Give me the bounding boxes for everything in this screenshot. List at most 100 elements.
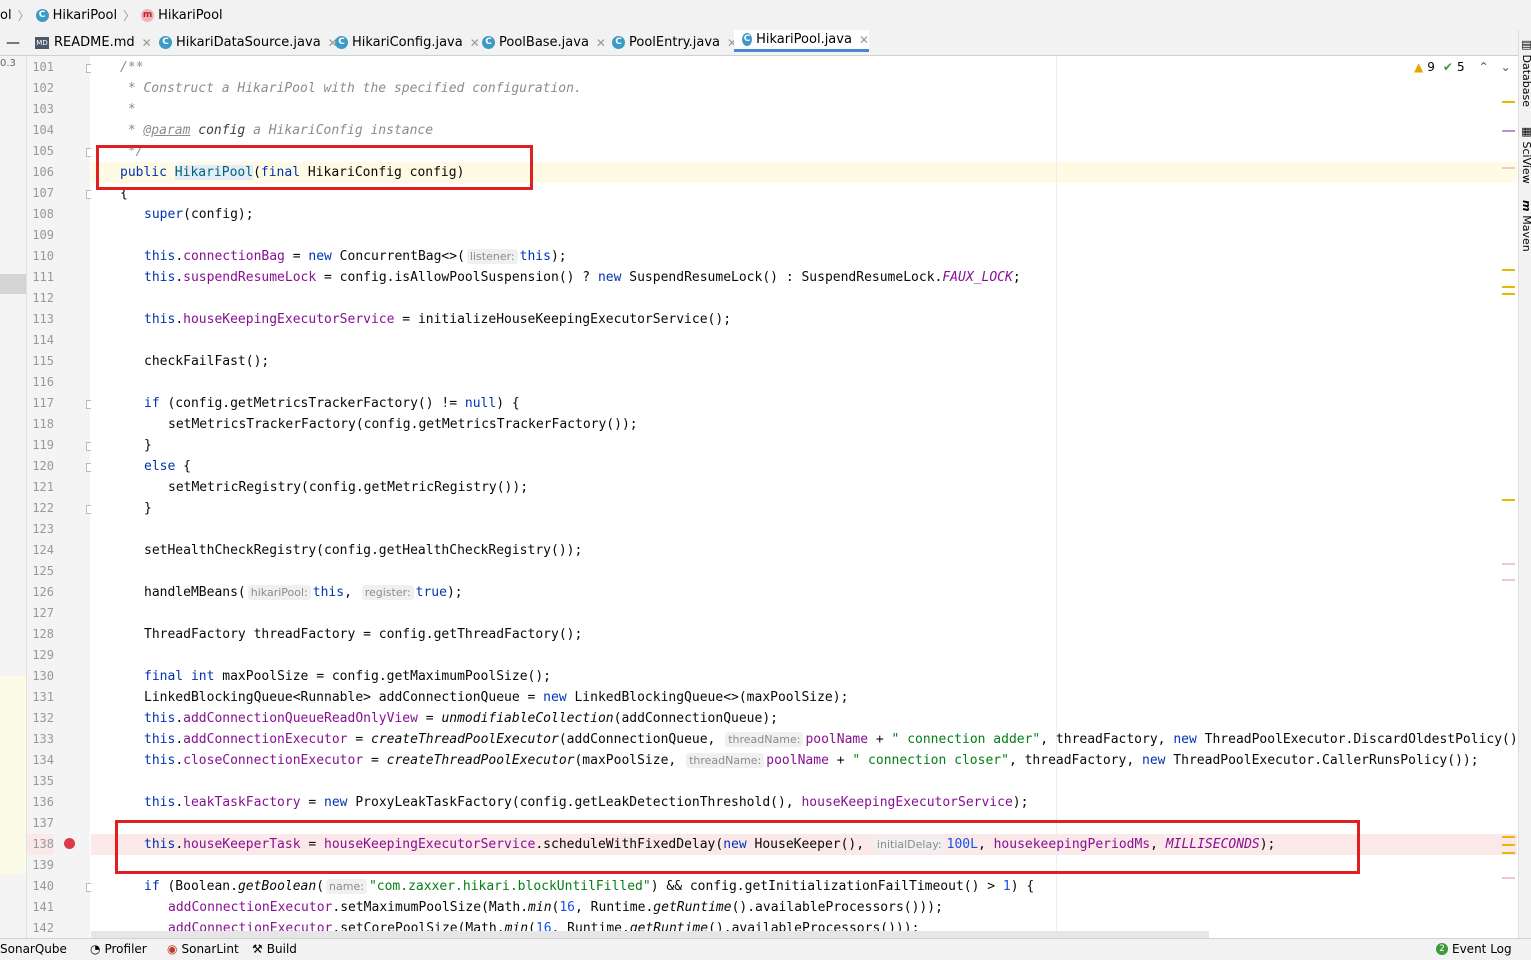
param-hint: listener: xyxy=(466,249,518,264)
tool-window-database[interactable]: ▤ Database xyxy=(1520,38,1531,107)
error-stripe-mark[interactable] xyxy=(1502,167,1515,169)
breadcrumb: ol 〉 C HikariPool 〉 m HikariPool xyxy=(0,0,1531,31)
highlight-box-housekeeper xyxy=(115,820,1360,874)
code-line: * xyxy=(120,102,136,117)
line-number: 114 xyxy=(32,333,54,347)
error-stripe-mark[interactable] xyxy=(1502,269,1515,271)
changed-region xyxy=(0,676,26,874)
tool-sonarqube[interactable]: SonarQube xyxy=(0,942,67,956)
code-line: this.closeConnectionExecutor = createThr… xyxy=(144,753,1479,768)
line-number: 132 xyxy=(32,711,54,725)
class-icon: C xyxy=(335,36,348,49)
line-number: 124 xyxy=(32,543,54,557)
breadcrumb-item-package[interactable]: ol xyxy=(0,8,12,23)
close-icon[interactable]: ✕ xyxy=(596,36,606,50)
tab-readme[interactable]: MD README.md ✕ xyxy=(35,30,152,55)
check-icon: ✔ xyxy=(1442,60,1453,74)
line-number: 103 xyxy=(32,102,54,116)
error-stripe-mark[interactable] xyxy=(1502,877,1515,879)
class-icon: C xyxy=(612,36,625,49)
class-icon: C xyxy=(159,36,172,49)
line-number: 129 xyxy=(32,648,54,662)
class-icon: C xyxy=(742,33,753,46)
line-number: 118 xyxy=(32,417,54,431)
chevron-down-icon[interactable]: ⌄ xyxy=(1501,60,1511,74)
error-stripe-mark[interactable] xyxy=(1502,130,1515,132)
line-number: 126 xyxy=(32,585,54,599)
markdown-icon: MD xyxy=(35,36,49,49)
line-number: 139 xyxy=(32,858,54,872)
param-hint: threadName: xyxy=(686,753,765,768)
line-number: 127 xyxy=(32,606,54,620)
tab-poolbase[interactable]: C PoolBase.java ✕ xyxy=(482,30,606,55)
maven-icon: m xyxy=(1520,200,1531,212)
method-icon: m xyxy=(141,8,155,22)
bottom-tool-bar: SonarQube ◔ Profiler ◉ SonarLint ⚒ Build 2E… xyxy=(0,938,1531,960)
inspection-widget[interactable]: ▲ 9 ✔ 5 ⌃ ⌄ xyxy=(1414,60,1511,74)
chevron-right-icon: 〉 xyxy=(17,8,30,23)
code-line: /** xyxy=(120,60,144,75)
tool-profiler[interactable]: ◔ Profiler xyxy=(90,942,147,956)
tab-hikaripool[interactable]: C HikariPool.java ✕ xyxy=(734,30,869,52)
tool-window-maven[interactable]: m Maven xyxy=(1520,200,1531,252)
code-line: setHealthCheckRegistry(config.getHealthC… xyxy=(144,543,583,558)
tab-poolentry[interactable]: C PoolEntry.java ✕ xyxy=(612,30,737,55)
tool-event-log[interactable]: 2 Event Log xyxy=(1436,942,1512,956)
error-stripe-mark[interactable] xyxy=(1502,101,1515,103)
code-line: addConnectionExecutor.setMaximumPoolSize… xyxy=(168,900,943,915)
line-number: 135 xyxy=(32,774,54,788)
hammer-icon: ⚒ xyxy=(252,942,263,956)
error-stripe-mark[interactable] xyxy=(1502,852,1515,854)
chevron-right-icon: 〉 xyxy=(123,8,136,23)
tab-hikaridatasource[interactable]: C HikariDataSource.java ✕ xyxy=(159,30,338,55)
horizontal-scrollbar[interactable] xyxy=(91,931,1209,938)
breadcrumb-item-method[interactable]: m HikariPool xyxy=(141,8,223,23)
chevron-up-icon[interactable]: ⌃ xyxy=(1479,60,1489,74)
database-icon: ▤ xyxy=(1520,38,1531,51)
minus-icon: — xyxy=(6,34,20,51)
breadcrumb-item-class[interactable]: C HikariPool xyxy=(35,8,117,23)
code-line: LinkedBlockingQueue<Runnable> addConnect… xyxy=(144,690,849,705)
line-number: 136 xyxy=(32,795,54,809)
line-number-gutter[interactable]: 101 102 103 104 105 106 107 108 109 110 … xyxy=(27,56,95,938)
code-line: * Construct a HikariPool with the specif… xyxy=(120,81,582,96)
error-stripe-mark[interactable] xyxy=(1502,499,1515,501)
line-number: 101 xyxy=(32,60,54,74)
error-stripe-mark[interactable] xyxy=(1502,836,1515,838)
line-number: 109 xyxy=(32,228,54,242)
event-log-icon: 2 xyxy=(1436,943,1448,955)
line-number: 113 xyxy=(32,312,54,326)
line-number: 120 xyxy=(32,459,54,473)
error-stripe-mark[interactable] xyxy=(1502,579,1515,581)
collapse-button[interactable]: — xyxy=(6,30,20,55)
error-stripe-mark[interactable] xyxy=(1502,293,1515,295)
line-number: 141 xyxy=(32,900,54,914)
line-number: 128 xyxy=(32,627,54,641)
line-number: 140 xyxy=(32,879,54,893)
left-tool-strip: 0.3 xyxy=(0,56,27,938)
close-icon[interactable]: ✕ xyxy=(859,33,869,47)
code-line: setMetricsTrackerFactory(config.getMetri… xyxy=(168,417,638,432)
error-stripe-mark[interactable] xyxy=(1502,563,1515,565)
tool-sonarlint[interactable]: ◉ SonarLint xyxy=(167,942,239,956)
tab-hikariconfig[interactable]: C HikariConfig.java ✕ xyxy=(335,30,480,55)
code-line: setMetricRegistry(config.getMetricRegist… xyxy=(168,480,529,495)
highlight-box-constructor xyxy=(96,145,533,190)
line-number: 115 xyxy=(32,354,54,368)
tool-build[interactable]: ⚒ Build xyxy=(252,942,297,956)
breakpoint-icon[interactable] xyxy=(64,838,75,849)
code-line: this.suspendResumeLock = config.isAllowP… xyxy=(144,270,1021,285)
error-stripe-mark[interactable] xyxy=(1502,286,1515,288)
code-line: else { xyxy=(144,459,191,474)
right-tool-bar: ▤ Database ▦ SciView m Maven xyxy=(1518,30,1531,938)
line-number: 134 xyxy=(32,753,54,767)
error-stripe-mark[interactable] xyxy=(1502,844,1515,846)
line-number: 105 xyxy=(32,144,54,158)
tool-window-sciview[interactable]: ▦ SciView xyxy=(1520,125,1531,184)
close-icon[interactable]: ✕ xyxy=(142,36,152,50)
code-line: this.houseKeepingExecutorService = initi… xyxy=(144,312,732,327)
close-icon[interactable]: ✕ xyxy=(470,36,480,50)
code-line: } xyxy=(144,501,152,516)
sonarlint-icon: ◉ xyxy=(167,942,178,956)
code-line: checkFailFast(); xyxy=(144,354,270,369)
